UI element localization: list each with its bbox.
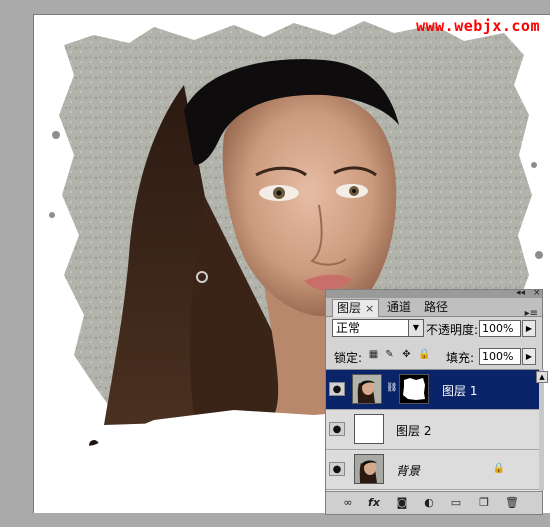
- fill-slider-button[interactable]: ▶: [522, 348, 536, 365]
- scroll-up-icon[interactable]: ▲: [536, 371, 548, 383]
- layers-list: ● ⛓ 图层 1 ● 图层 2 ● 背景 🔒: [326, 369, 539, 491]
- layer-name: 图层 1: [442, 384, 478, 398]
- lock-fill-row: 锁定: ▦ ✎ ✥ 🔒 填充: 100% ▶: [326, 346, 542, 368]
- tab-channels[interactable]: 通道: [383, 299, 415, 315]
- tab-layers[interactable]: 图层 ×: [332, 299, 380, 317]
- layer-name: 背景: [396, 464, 421, 478]
- link-layers-icon[interactable]: ∞: [340, 495, 356, 510]
- new-group-icon[interactable]: ▭: [448, 495, 464, 510]
- layer-thumbnail: [354, 454, 384, 484]
- layers-panel: ◂◂ × 图层 × 通道 路径 ▸≡ 正常 ▼ 不透明度: 100% ▶ 锁定: …: [325, 288, 548, 515]
- portrait-thumbnail-icon: [355, 455, 383, 483]
- delete-layer-icon[interactable]: 🗑: [504, 495, 520, 510]
- layer-row-layer2[interactable]: ● 图层 2: [326, 410, 539, 450]
- layer-name: 图层 2: [396, 424, 432, 438]
- chevron-down-icon[interactable]: ▼: [408, 320, 423, 336]
- opacity-slider-button[interactable]: ▶: [522, 320, 536, 337]
- tab-layers-label: 图层: [337, 301, 362, 315]
- lock-paint-icon[interactable]: ✎: [384, 349, 395, 360]
- tab-close-icon[interactable]: ×: [365, 302, 374, 315]
- watermark-text: www.webjx.com: [416, 17, 540, 35]
- layer-row-layer1[interactable]: ● ⛓ 图层 1: [326, 370, 539, 410]
- tab-paths-label: 路径: [424, 300, 449, 314]
- visibility-eye-icon[interactable]: ●: [329, 422, 345, 436]
- panel-footer: ∞ fx ◙ ◐ ▭ ❐ 🗑: [326, 491, 542, 514]
- opacity-field[interactable]: 100%: [479, 320, 521, 337]
- lock-icon: 🔒: [492, 463, 505, 474]
- portrait-thumbnail-icon: [353, 375, 381, 403]
- layer-mask-thumbnail[interactable]: [399, 374, 429, 404]
- fill-field[interactable]: 100%: [479, 348, 521, 365]
- add-mask-icon[interactable]: ◙: [394, 495, 410, 510]
- blend-mode-value: 正常: [336, 321, 361, 335]
- close-icon[interactable]: ×: [533, 288, 541, 298]
- layers-scrollbar[interactable]: [539, 369, 544, 490]
- blend-mode-select[interactable]: 正常 ▼: [332, 319, 424, 337]
- collapse-icon[interactable]: ◂◂: [516, 288, 525, 298]
- tab-channels-label: 通道: [387, 300, 412, 314]
- adjustment-layer-icon[interactable]: ◐: [421, 495, 437, 510]
- panel-tabs: 图层 × 通道 路径 ▸≡: [326, 298, 542, 319]
- lock-transparency-icon[interactable]: ▦: [368, 349, 379, 360]
- panel-titlebar[interactable]: ◂◂ ×: [326, 288, 542, 298]
- tab-paths[interactable]: 路径: [420, 299, 452, 315]
- lock-all-icon[interactable]: 🔒: [418, 349, 430, 360]
- fill-label: 填充:: [446, 351, 475, 365]
- fx-icon[interactable]: fx: [366, 495, 382, 510]
- lock-label: 锁定:: [334, 351, 363, 365]
- mask-thumbnail-icon: [400, 375, 428, 403]
- layer-thumbnail: [354, 414, 384, 444]
- mask-link-icon[interactable]: ⛓: [386, 383, 397, 393]
- layer-thumbnail: [352, 374, 382, 404]
- opacity-label: 不透明度:: [426, 323, 479, 337]
- visibility-eye-icon[interactable]: ●: [329, 462, 345, 476]
- lock-position-icon[interactable]: ✥: [401, 349, 412, 360]
- new-layer-icon[interactable]: ❐: [476, 495, 492, 510]
- blend-opacity-row: 正常 ▼ 不透明度: 100% ▶: [326, 318, 542, 340]
- layer-row-background[interactable]: ● 背景 🔒: [326, 450, 539, 490]
- visibility-eye-icon[interactable]: ●: [329, 382, 345, 396]
